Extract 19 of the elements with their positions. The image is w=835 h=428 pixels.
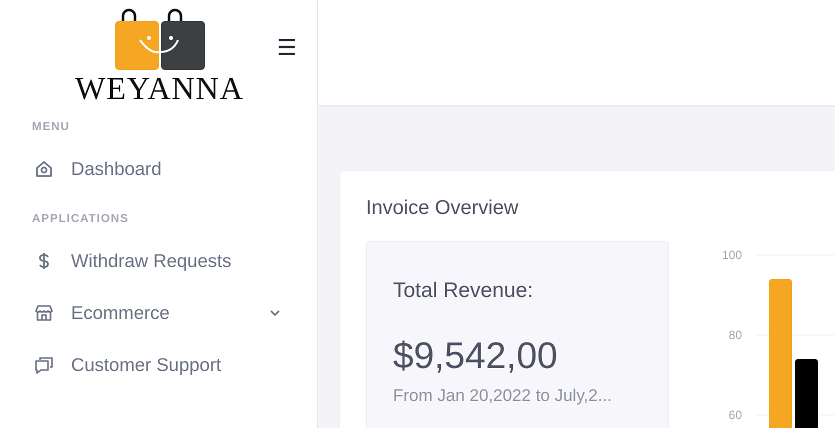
chat-bubbles-icon (34, 355, 54, 375)
sidebar-item[interactable]: Customer Support (0, 339, 317, 391)
logo-wordmark: WEYANNA (75, 70, 244, 106)
sidebar-item[interactable]: Dashboard (0, 143, 317, 195)
home-icon (34, 159, 54, 179)
card-title: Invoice Overview (366, 196, 520, 221)
menu-button[interactable]: ☰ (277, 36, 297, 60)
revenue-period: From Jan 20,2022 to July,2... (393, 386, 613, 406)
sidebar-item[interactable]: Ecommerce (0, 287, 317, 339)
revenue-label: Total Revenue: (393, 278, 534, 304)
section-heading: MENU (31, 120, 71, 135)
sidebar-item[interactable]: Withdraw Requests (0, 235, 317, 287)
axis-tick-label: 80 (728, 328, 742, 342)
section-heading: APPLICATIONS (31, 212, 130, 227)
axis-tick-label: 100 (722, 248, 742, 262)
store-icon (34, 303, 54, 323)
shopping-bags-logo-icon (114, 8, 204, 70)
revenue-amount: $9,542,00 (393, 334, 559, 378)
axis-tick-label: 60 (728, 408, 742, 422)
